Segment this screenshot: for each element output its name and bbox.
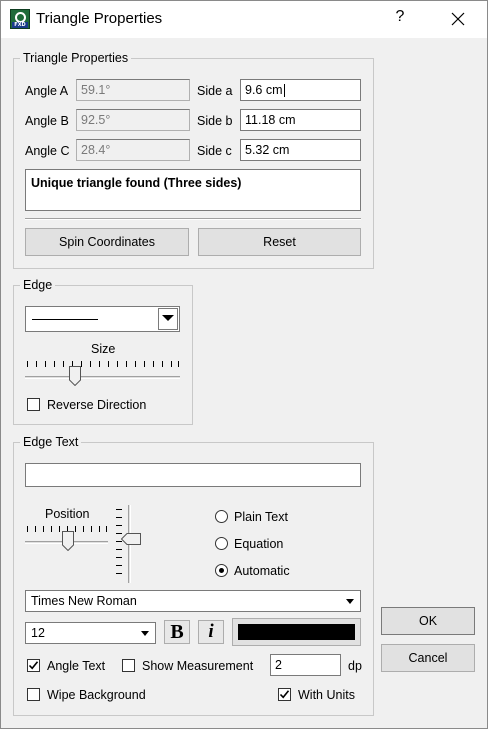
angle-b-label: Angle B [25,114,69,128]
bold-button[interactable]: B [164,620,190,644]
dropdown-arrow[interactable] [342,592,359,610]
wipe-background-label: Wipe Background [47,688,146,702]
edge-group: Edge Size Reverse Direction [13,277,193,425]
spin-coordinates-button[interactable]: Spin Coordinates [25,228,189,256]
decimal-places-input[interactable]: 2 [270,654,341,676]
radio-selected-dot [219,568,224,573]
close-icon [451,12,465,26]
plain-text-radio[interactable] [215,510,228,523]
wipe-background-checkbox[interactable] [27,688,40,701]
angle-text-checkbox[interactable] [27,659,40,672]
side-b-label: Side b [197,114,233,128]
size-slider-thumb[interactable] [69,366,81,386]
size-label: Size [91,342,116,356]
text-color-button[interactable] [232,618,361,646]
side-a-value: 9.6 cm [245,83,283,97]
triangle-properties-label: Triangle Properties [20,50,132,66]
size-slider-ticks [27,361,179,367]
side-a-label: Side a [197,84,233,98]
plain-text-label: Plain Text [234,510,288,524]
window-title: Triangle Properties [36,10,163,27]
dropdown-arrow[interactable] [158,308,178,330]
chevron-down-icon [141,631,149,636]
text-caret [283,84,285,98]
equation-radio[interactable] [215,537,228,550]
reset-button[interactable]: Reset [198,228,361,256]
edge-text-group: Edge Text Position Plain Text Equation A… [13,434,374,716]
reverse-direction-checkbox[interactable] [27,398,40,411]
triangle-properties-group: Triangle Properties Angle A 59.1° Side a… [13,50,374,269]
divider [25,218,361,220]
bold-icon: B [170,621,184,643]
with-units-label: With Units [298,688,355,702]
close-button[interactable] [442,6,474,32]
side-c-input[interactable]: 5.32 cm [240,139,361,161]
vertical-slider-thumb[interactable] [121,533,141,545]
font-size-value: 12 [31,626,45,640]
check-icon [28,661,39,670]
ok-button[interactable]: OK [381,607,475,635]
side-c-label: Side c [197,144,232,158]
equation-label: Equation [234,537,284,551]
automatic-label: Automatic [234,564,290,578]
angle-c-field: 28.4° [76,139,190,161]
dropdown-arrow[interactable] [137,624,154,642]
show-measurement-checkbox[interactable] [122,659,135,672]
font-family-dropdown[interactable]: Times New Roman [25,590,361,612]
chevron-down-icon [346,599,354,604]
edge-text-input[interactable] [25,463,361,487]
app-icon: FXD [10,9,30,29]
italic-icon: i [208,621,214,642]
edge-text-label: Edge Text [20,434,82,450]
angle-a-field: 59.1° [76,79,190,101]
help-button[interactable]: ? [390,8,410,30]
angle-c-label: Angle C [25,144,70,158]
check-icon [279,690,290,699]
with-units-checkbox[interactable] [278,688,291,701]
angle-a-label: Angle A [25,84,69,98]
cancel-button[interactable]: Cancel [381,644,475,672]
dp-label: dp [348,659,362,673]
line-style-preview [32,319,98,320]
text-color-swatch [238,624,355,640]
position-slider-thumb[interactable] [62,531,74,551]
italic-button[interactable]: i [198,620,224,644]
automatic-radio[interactable] [215,564,228,577]
show-measurement-label: Show Measurement [142,659,254,673]
edge-label: Edge [20,277,56,293]
line-style-dropdown[interactable] [25,306,180,332]
font-family-value: Times New Roman [31,594,137,608]
angle-text-label: Angle Text [47,659,106,673]
chevron-down-icon [162,315,174,321]
size-slider-track[interactable] [25,376,180,379]
status-message: Unique triangle found (Three sides) [25,169,361,211]
angle-b-field: 92.5° [76,109,190,131]
title-bar: FXD Triangle Properties ? [0,0,488,38]
reverse-direction-label: Reverse Direction [47,398,147,412]
side-b-input[interactable]: 11.18 cm [240,109,361,131]
position-label: Position [45,507,90,521]
side-a-input[interactable]: 9.6 cm [240,79,361,101]
vertical-slider-ticks [116,509,122,581]
font-size-dropdown[interactable]: 12 [25,622,156,644]
